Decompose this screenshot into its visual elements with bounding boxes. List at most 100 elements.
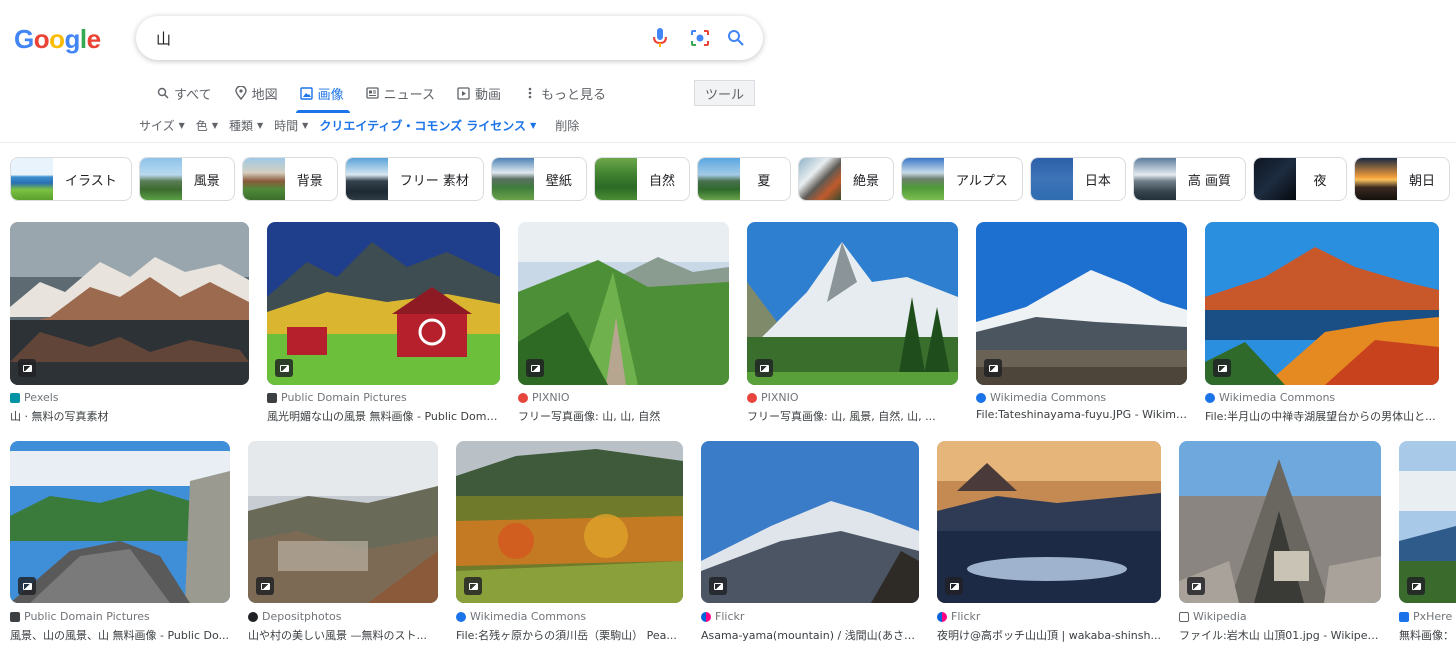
chip[interactable]: 夜	[1253, 157, 1347, 201]
result-title[interactable]: File:Tateshinayama-fuyu.JPG - Wikime...	[976, 408, 1187, 421]
chip-thumbnail	[1133, 158, 1176, 200]
image-result[interactable]: Pexels 山 · 無料の写真素材	[10, 222, 249, 424]
result-title[interactable]: File:半月山の中禅寺湖展望台からの男体山と...	[1205, 408, 1439, 424]
result-image[interactable]	[701, 441, 919, 603]
result-source[interactable]: Flickr	[701, 610, 744, 623]
result-source[interactable]: Public Domain Pictures	[267, 391, 407, 404]
wikimedia-favicon-icon	[456, 611, 466, 622]
chip[interactable]: フリー 素材	[344, 157, 484, 201]
result-image[interactable]	[518, 222, 729, 385]
image-result[interactable]: Flickr Asama-yama(mountain) / 浅間山(あさま...	[701, 441, 919, 643]
tab-all[interactable]: すべて	[156, 80, 212, 106]
result-title[interactable]: フリー写真画像: 山, 風景, 自然, 山, ...	[747, 408, 958, 424]
result-title[interactable]: フリー写真画像: 山, 山, 自然	[518, 408, 729, 424]
result-image[interactable]	[1399, 441, 1456, 603]
image-result[interactable]: PIXNIO フリー写真画像: 山, 風景, 自然, 山, ...	[747, 222, 958, 424]
result-source[interactable]: Wikimedia Commons	[976, 391, 1106, 404]
chip[interactable]: 風景	[138, 157, 235, 201]
filter-clear[interactable]: 削除	[555, 117, 579, 134]
result-source[interactable]: PIXNIO	[518, 391, 570, 404]
news-icon	[366, 86, 380, 100]
image-result[interactable]: Depositphotos 山や村の美しい風景 —無料のスト...	[248, 441, 438, 643]
result-image[interactable]	[1205, 222, 1439, 385]
image-result[interactable]: PIXNIO フリー写真画像: 山, 山, 自然	[518, 222, 729, 424]
tab-maps[interactable]: 地図	[234, 80, 278, 106]
result-image[interactable]	[248, 441, 438, 603]
chip[interactable]: 朝日	[1354, 157, 1451, 201]
result-image[interactable]	[976, 222, 1187, 385]
result-source[interactable]: PxHere	[1399, 610, 1452, 623]
chip[interactable]: 高 画質	[1132, 157, 1246, 201]
chip[interactable]: 背景	[241, 157, 338, 201]
chip[interactable]: 夏	[696, 157, 791, 201]
image-result[interactable]: Wikimedia Commons File:名残ヶ原からの須川岳（栗駒山） P…	[456, 441, 683, 643]
result-title[interactable]: 風景、山の風景、山 無料画像 - Public Do...	[10, 627, 230, 643]
image-result[interactable]: PxHere 無料画像：	[1399, 441, 1456, 643]
result-source[interactable]: Depositphotos	[248, 610, 342, 623]
image-badge-icon	[1407, 577, 1425, 595]
filter-time[interactable]: 時間 ▼	[274, 117, 308, 134]
chip[interactable]: 壁紙	[490, 157, 587, 201]
chip[interactable]: 自然	[593, 157, 690, 201]
result-source[interactable]: Wikipedia	[1179, 610, 1247, 623]
camera-lens-icon[interactable]	[690, 28, 710, 48]
filter-label: 種類	[228, 119, 253, 133]
result-source[interactable]: PIXNIO	[747, 391, 799, 404]
result-source[interactable]: Pexels	[10, 391, 59, 404]
image-result[interactable]: Wikimedia Commons File:Tateshinayama-fuy…	[976, 222, 1187, 422]
publicdomainpictures-favicon-icon	[267, 392, 277, 403]
result-image[interactable]	[10, 222, 249, 385]
caret-down-icon: ▼	[302, 121, 309, 130]
filter-size[interactable]: サイズ ▼	[139, 117, 185, 134]
result-source[interactable]: Wikimedia Commons	[1205, 391, 1335, 404]
filter-license[interactable]: クリエイティブ・コモンズ ライセンス ▼	[319, 117, 536, 134]
mic-icon[interactable]	[650, 28, 670, 48]
result-title[interactable]: 夜明け@高ボッチ山山頂 | wakaba-shinsh...	[937, 627, 1161, 643]
chip-thumbnail	[697, 158, 740, 200]
image-result[interactable]: Wikimedia Commons File:半月山の中禅寺湖展望台からの男体山…	[1205, 222, 1439, 424]
image-badge-icon	[18, 577, 36, 595]
result-image[interactable]	[456, 441, 683, 603]
google-logo[interactable]: Google	[14, 24, 101, 55]
chip[interactable]: イラスト	[10, 157, 132, 201]
search-input[interactable]	[156, 26, 626, 50]
tab-images[interactable]: 画像	[295, 80, 350, 113]
result-image[interactable]	[747, 222, 958, 385]
result-title[interactable]: 無料画像：	[1399, 627, 1456, 643]
result-title[interactable]: File:名残ヶ原からの須川岳（栗駒山） Pea...	[456, 627, 683, 643]
result-title[interactable]: 山や村の美しい風景 —無料のスト...	[248, 627, 438, 643]
tab-videos[interactable]: 動画	[457, 80, 501, 106]
caret-down-icon: ▼	[256, 121, 264, 130]
result-image[interactable]	[1179, 441, 1381, 603]
tools-button[interactable]: ツール	[694, 80, 755, 106]
result-source[interactable]: Wikimedia Commons	[456, 610, 586, 623]
source-name: Wikimedia Commons	[1219, 391, 1336, 404]
filter-color[interactable]: 色 ▼	[196, 117, 218, 134]
search-icon[interactable]	[726, 28, 746, 48]
image-result[interactable]: Flickr 夜明け@高ボッチ山山頂 | wakaba-shinsh...	[937, 441, 1161, 643]
image-result[interactable]: Wikipedia ファイル:岩木山 山頂01.jpg - Wikipedia	[1179, 441, 1381, 643]
result-source[interactable]: Flickr	[937, 610, 980, 623]
chip[interactable]: 絶景	[797, 157, 894, 201]
result-image[interactable]	[267, 222, 500, 385]
chip-thumbnail	[1030, 158, 1073, 200]
video-icon	[457, 86, 471, 100]
chip[interactable]: アルプス	[900, 157, 1023, 201]
tab-more[interactable]: もっと見る	[523, 80, 606, 106]
tab-news[interactable]: ニュース	[366, 80, 435, 106]
filter-type[interactable]: 種類 ▼	[229, 117, 263, 134]
pixnio-favicon-icon	[747, 392, 757, 403]
result-title[interactable]: 山 · 無料の写真素材	[10, 408, 249, 424]
image-result[interactable]: Public Domain Pictures 風光明媚な山の風景 無料画像 - …	[267, 222, 500, 424]
image-badge-icon	[275, 359, 293, 377]
image-result[interactable]: Public Domain Pictures 風景、山の風景、山 無料画像 - …	[10, 441, 230, 643]
result-image[interactable]	[10, 441, 230, 603]
chip-thumbnail	[901, 158, 944, 200]
result-source[interactable]: Public Domain Pictures	[10, 610, 150, 623]
result-title[interactable]: 風光明媚な山の風景 無料画像 - Public Doma...	[267, 408, 500, 424]
chip[interactable]: 日本	[1029, 157, 1126, 201]
result-image[interactable]	[937, 441, 1161, 603]
result-title[interactable]: Asama-yama(mountain) / 浅間山(あさま...	[701, 627, 919, 643]
result-title[interactable]: ファイル:岩木山 山頂01.jpg - Wikipedia	[1179, 627, 1381, 643]
chip-thumbnail	[345, 158, 388, 200]
